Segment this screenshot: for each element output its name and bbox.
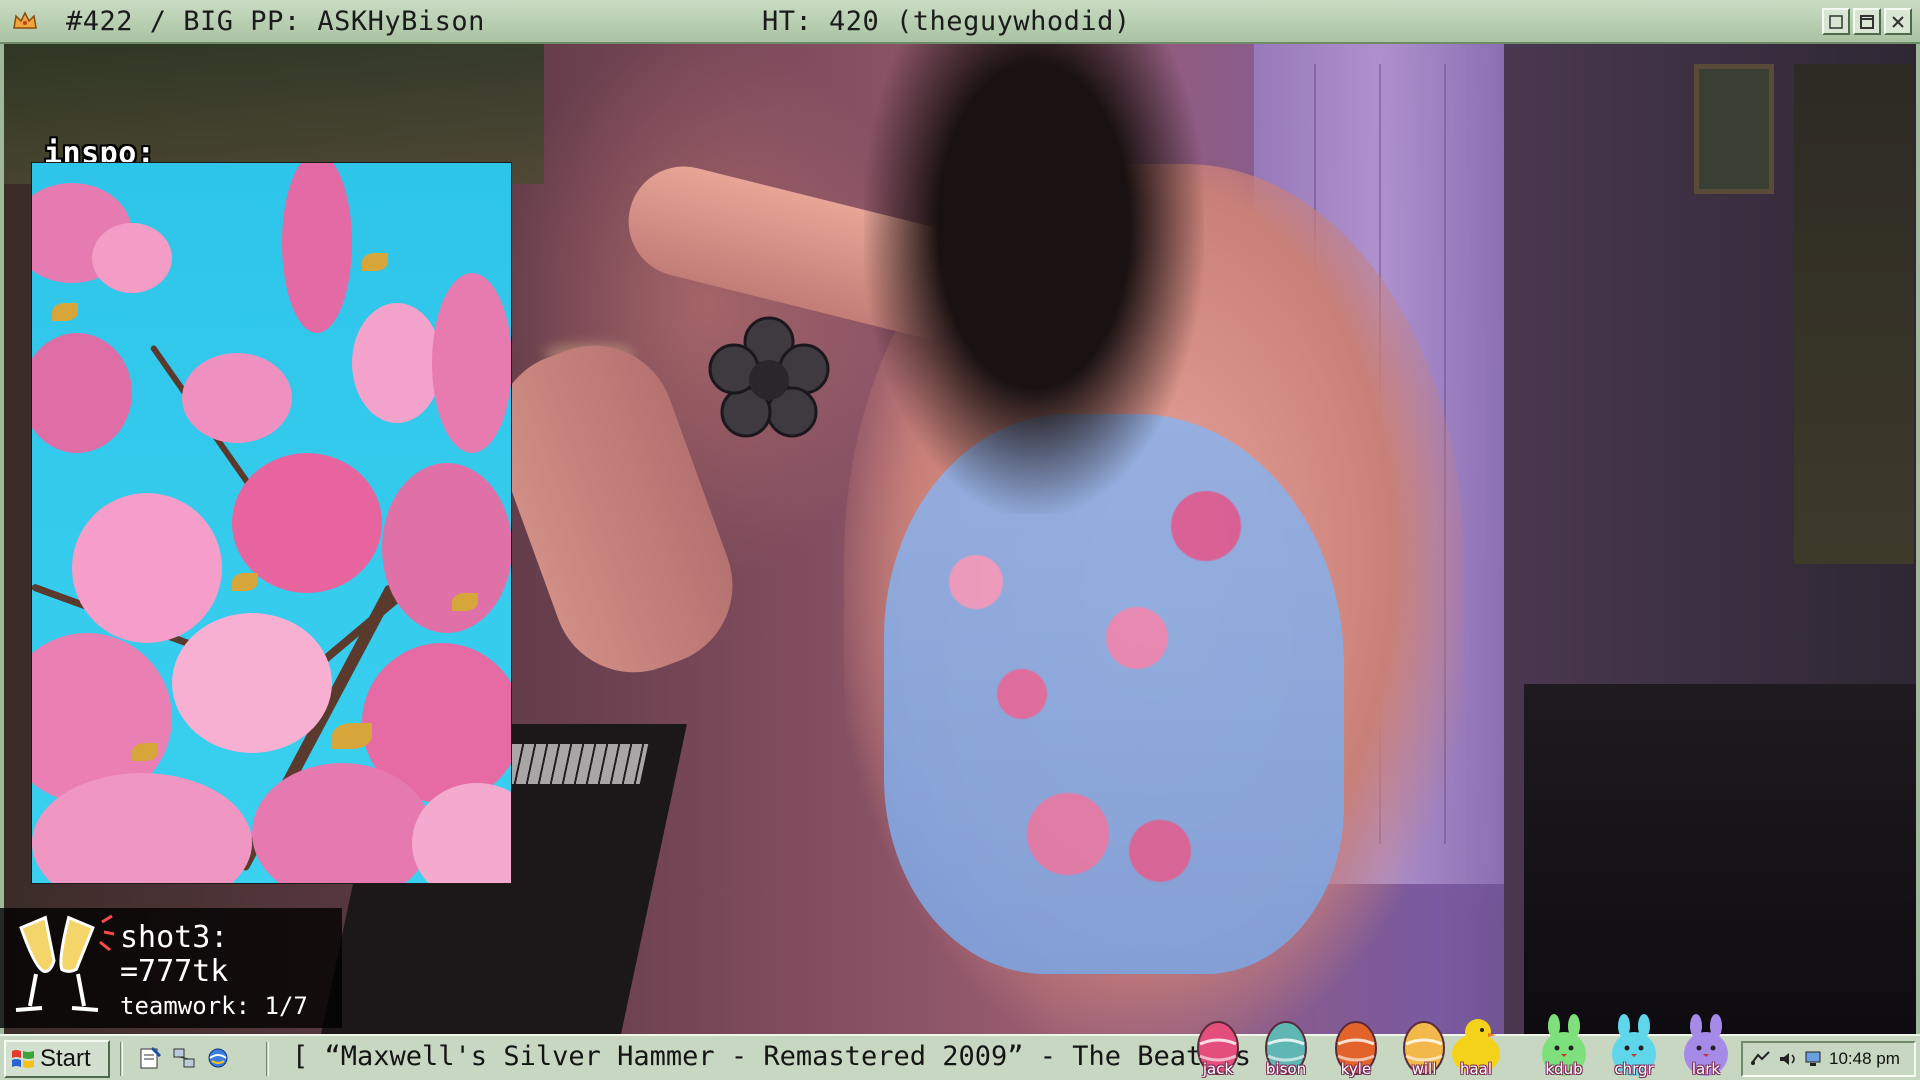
mascot-chrgr[interactable]: chrgr	[1604, 1014, 1664, 1078]
mascot-label: will	[1411, 1060, 1437, 1078]
taskbar-separator	[266, 1042, 269, 1076]
window-subtitle: HT: 420 (theguywhodid)	[762, 6, 1131, 37]
taskbar: Start [ “Maxwell's Silver Hammer - Remas…	[0, 1014, 1920, 1080]
goal-title: shot3:	[120, 920, 229, 955]
wall-picture-frame	[1694, 64, 1774, 194]
start-label: Start	[40, 1045, 91, 1072]
close-button[interactable]	[1884, 8, 1912, 35]
crown-icon	[10, 6, 40, 36]
app-window: #422 / BIG PP: ASKHyBison HT: 420 (thegu…	[0, 0, 1920, 1080]
mascot-label: kyle	[1340, 1060, 1372, 1078]
browser-icon	[208, 1048, 228, 1068]
network-icon	[173, 1048, 195, 1068]
inspo-image	[31, 162, 512, 884]
network-quicklaunch[interactable]	[170, 1044, 198, 1072]
close-icon	[1892, 15, 1904, 28]
mascot-jack[interactable]: jack	[1188, 1014, 1248, 1078]
mascot-label: haal	[1459, 1060, 1493, 1078]
mascot-label: bison	[1265, 1060, 1307, 1078]
mascot-label: kdub	[1545, 1060, 1583, 1078]
piano	[1524, 684, 1916, 1034]
volume-icon	[1780, 1053, 1795, 1065]
mascot-kdub[interactable]: kdub	[1534, 1014, 1594, 1078]
link-icon	[1751, 1051, 1770, 1065]
windows-logo-icon	[12, 1050, 34, 1068]
window-controls	[1822, 8, 1912, 35]
wall-painting	[1794, 64, 1914, 564]
mascot-label: lark	[1691, 1060, 1721, 1078]
clock: 10:48 pm	[1829, 1049, 1900, 1068]
streamer-hair	[864, 44, 1204, 514]
start-button[interactable]: Start	[4, 1040, 110, 1078]
goal-amount: =777tk	[120, 954, 229, 989]
mascot-label: jack	[1202, 1060, 1234, 1078]
maximize-button[interactable]	[1853, 8, 1881, 35]
taskbar-separator	[120, 1042, 123, 1076]
tip-goal-box: shot3: =777tk teamwork: 1/7	[0, 908, 342, 1028]
minimize-button[interactable]	[1822, 8, 1850, 35]
mascot-lark[interactable]: lark	[1676, 1014, 1736, 1078]
flower-toy-icon	[708, 316, 830, 438]
mascot-haal[interactable]: haal	[1446, 1014, 1506, 1078]
mascot-will[interactable]: will	[1394, 1014, 1454, 1078]
mascot-kyle[interactable]: kyle	[1326, 1014, 1386, 1078]
goal-progress: teamwork: 1/7	[120, 992, 308, 1020]
notepad-quicklaunch[interactable]	[136, 1044, 164, 1072]
display-icon	[1805, 1051, 1821, 1066]
title-bar[interactable]: #422 / BIG PP: ASKHyBison HT: 420 (thegu…	[0, 0, 1920, 44]
champagne-icon	[15, 914, 115, 1012]
minimize-icon	[1829, 14, 1843, 29]
maximize-icon	[1860, 14, 1874, 29]
notepad-icon	[140, 1046, 162, 1069]
now-playing-ticker[interactable]: [ “Maxwell's Silver Hammer - Remastered …	[292, 1041, 1262, 1077]
system-tray[interactable]: 10:48 pm	[1741, 1041, 1916, 1077]
browser-quicklaunch[interactable]	[204, 1044, 232, 1072]
mascot-label: chrgr	[1614, 1060, 1654, 1078]
window-title: #422 / BIG PP: ASKHyBison	[66, 6, 485, 37]
mascot-bison[interactable]: bison	[1256, 1014, 1316, 1078]
